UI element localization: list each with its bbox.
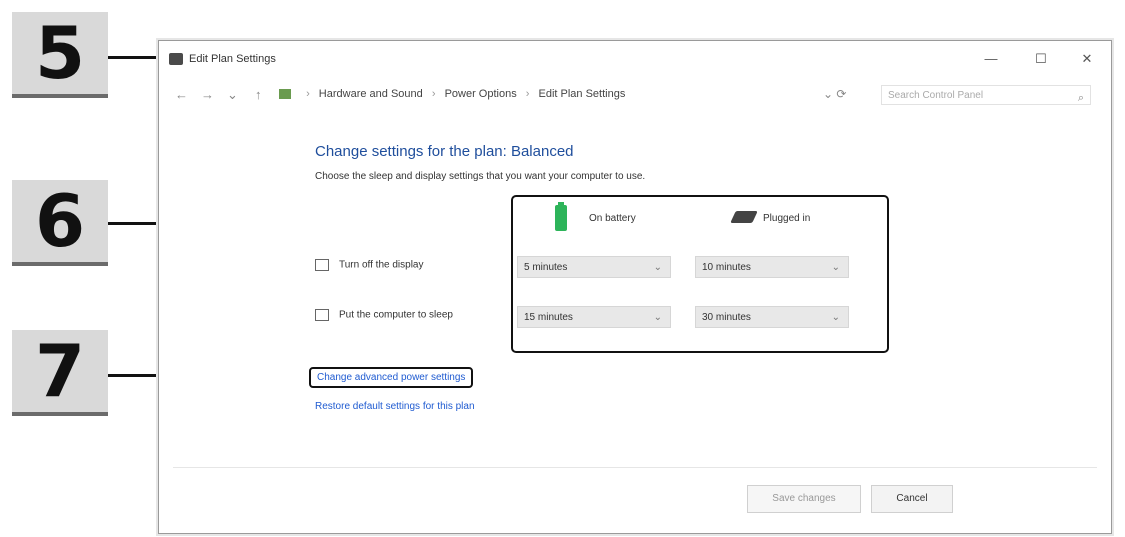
display-icon xyxy=(315,259,329,271)
divider xyxy=(173,467,1097,468)
sleep-battery-value: 15 minutes xyxy=(524,312,573,323)
main-content: Change settings for the plan: Balanced C… xyxy=(159,113,1111,533)
chevron-down-icon: ⌄ xyxy=(831,312,840,323)
sleep-plugged-value: 30 minutes xyxy=(702,312,751,323)
search-icon: ⌕ xyxy=(1077,92,1084,104)
page-title: Change settings for the plan: Balanced xyxy=(315,143,574,160)
chevron-down-icon: ⌄ xyxy=(653,262,662,273)
chevron-down-icon: ⌄ xyxy=(653,312,662,323)
edit-plan-settings-window: Edit Plan Settings — ☐ ✕ ← → ⌄ ↑ › Hardw… xyxy=(158,40,1112,534)
back-arrow-icon[interactable]: ← xyxy=(175,87,188,102)
column-on-battery: On battery xyxy=(589,213,636,224)
search-placeholder: Search Control Panel xyxy=(888,90,984,101)
close-button[interactable]: ✕ xyxy=(1067,47,1107,71)
advanced-power-settings-link[interactable]: Change advanced power settings xyxy=(309,367,474,388)
app-icon xyxy=(169,53,183,65)
folder-icon xyxy=(279,89,291,100)
refresh-icon[interactable]: ⌄ ⟳ xyxy=(823,87,846,101)
callout-6: 6 xyxy=(12,179,108,266)
up-arrow-icon[interactable]: ↑ xyxy=(255,87,262,102)
minimize-button[interactable]: — xyxy=(971,47,1011,71)
chevron-down-icon: ⌄ xyxy=(831,262,840,273)
title-bar: Edit Plan Settings — ☐ ✕ xyxy=(159,41,1111,77)
display-plugged-value: 10 minutes xyxy=(702,262,751,273)
display-battery-select[interactable]: 5 minutes ⌄ xyxy=(517,256,671,278)
dropdown-arrow-icon[interactable]: ⌄ xyxy=(227,87,238,103)
display-plugged-select[interactable]: 10 minutes ⌄ xyxy=(695,256,849,278)
restore-defaults-link[interactable]: Restore default settings for this plan xyxy=(315,401,475,412)
battery-icon xyxy=(555,202,567,231)
breadcrumb-hardware[interactable]: Hardware and Sound xyxy=(319,88,423,100)
row-label-display: Turn off the display xyxy=(339,259,424,271)
sleep-icon xyxy=(315,309,329,321)
search-input[interactable]: Search Control Panel ⌕ xyxy=(881,85,1091,105)
save-changes-button[interactable]: Save changes xyxy=(747,485,861,513)
breadcrumb-separator: › xyxy=(525,88,530,100)
breadcrumb-separator: › xyxy=(306,88,310,100)
column-plugged-in: Plugged in xyxy=(763,213,811,224)
cancel-button[interactable]: Cancel xyxy=(871,485,953,513)
breadcrumb-separator: › xyxy=(431,88,436,100)
breadcrumb-power-options[interactable]: Power Options xyxy=(445,88,517,100)
row-turn-off-display: Turn off the display xyxy=(315,259,424,271)
sleep-plugged-select[interactable]: 30 minutes ⌄ xyxy=(695,306,849,328)
sleep-battery-select[interactable]: 15 minutes ⌄ xyxy=(517,306,671,328)
maximize-button[interactable]: ☐ xyxy=(1021,47,1061,71)
row-label-sleep: Put the computer to sleep xyxy=(339,309,453,321)
forward-arrow-icon[interactable]: → xyxy=(201,87,214,102)
address-bar: ← → ⌄ ↑ › Hardware and Sound › Power Opt… xyxy=(159,77,1111,113)
page-subtitle: Choose the sleep and display settings th… xyxy=(315,171,646,182)
breadcrumb: › Hardware and Sound › Power Options › E… xyxy=(279,88,625,100)
breadcrumb-edit-plan[interactable]: Edit Plan Settings xyxy=(539,88,626,100)
display-battery-value: 5 minutes xyxy=(524,262,568,273)
window-title: Edit Plan Settings xyxy=(189,53,276,65)
callout-7: 7 xyxy=(12,329,108,416)
callout-5: 5 xyxy=(12,11,108,98)
row-sleep: Put the computer to sleep xyxy=(315,309,453,321)
